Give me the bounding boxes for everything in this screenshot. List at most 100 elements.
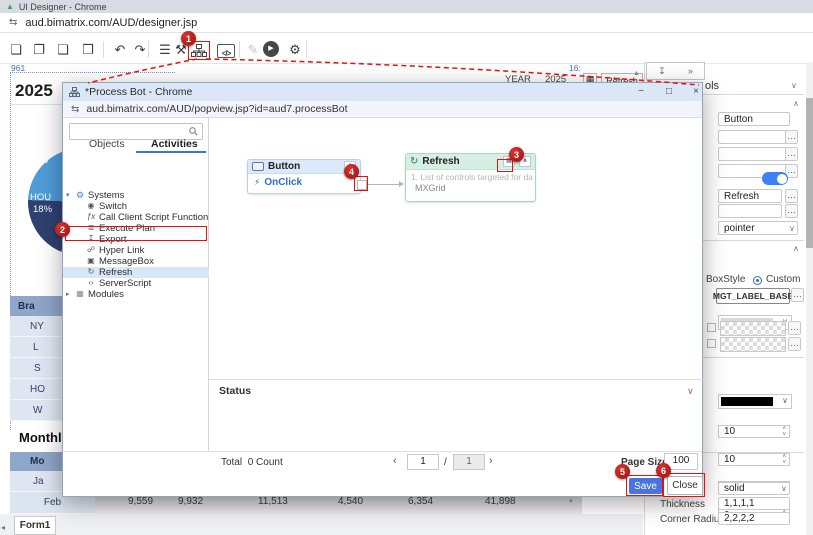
- step-badge-3: 3: [509, 147, 524, 162]
- tab-objects[interactable]: Objects: [89, 138, 125, 150]
- scroll-down-icon[interactable]: ▼: [568, 499, 574, 505]
- tree-root-modules[interactable]: ▸ ▦ Modules: [63, 289, 209, 300]
- section-collapse-icon[interactable]: ∧: [793, 244, 799, 253]
- cell-value: 6,354: [408, 496, 433, 507]
- page-prev-icon[interactable]: ‹: [393, 455, 397, 467]
- tree-item-hyper-link[interactable]: ☍Hyper Link: [63, 245, 209, 256]
- tree-item-messagebox[interactable]: ▣MessageBox: [63, 256, 209, 267]
- cell-value: 4,540: [338, 496, 363, 507]
- process-bot-popup: *Process Bot - Chrome − □ × ⇆ aud.bimatr…: [62, 82, 703, 497]
- modules-icon: ▦: [74, 289, 86, 298]
- active-tab-underline: [136, 151, 206, 153]
- property-field[interactable]: [718, 147, 790, 161]
- close-window-button[interactable]: ×: [689, 85, 703, 99]
- ellipsis-button[interactable]: …: [788, 321, 801, 335]
- ellipsis-button[interactable]: …: [791, 288, 804, 302]
- page-current-input[interactable]: 1: [407, 454, 439, 470]
- minimize-button[interactable]: −: [634, 85, 648, 99]
- tree-item-call-client-script[interactable]: ƒxCall Client Script Function: [63, 212, 209, 223]
- sidebar-pin-box[interactable]: ↧ »: [646, 62, 705, 80]
- collapse-right-icon[interactable]: »: [688, 66, 693, 76]
- page-next-icon[interactable]: ›: [489, 455, 493, 467]
- form-tab[interactable]: Form1: [14, 516, 56, 535]
- site-info-icon[interactable]: ⇆: [71, 104, 79, 115]
- node-target-value[interactable]: MXGrid: [406, 182, 535, 193]
- maximize-button[interactable]: □: [662, 85, 676, 99]
- corner-radius-field[interactable]: 2,2,2,2: [718, 512, 790, 525]
- ellipsis-button[interactable]: …: [785, 147, 798, 161]
- ellipsis-button[interactable]: …: [785, 204, 798, 218]
- toolbar-separator: [148, 41, 149, 58]
- caret-closed-icon[interactable]: ▸: [66, 290, 70, 298]
- switch-icon: ◉: [85, 201, 97, 210]
- section-collapse-icon[interactable]: ∧: [793, 99, 799, 108]
- node-title: Refresh: [422, 156, 459, 167]
- chevron-down-icon[interactable]: ∨: [687, 386, 694, 397]
- tree-item-serverscript[interactable]: ‹›ServerScript: [63, 278, 209, 289]
- search-icon: [189, 127, 198, 136]
- property-field[interactable]: [718, 130, 790, 144]
- fx-icon: ƒx: [85, 212, 97, 221]
- pin-icon[interactable]: ↧: [658, 66, 666, 77]
- chevron-down-icon: ∨: [789, 224, 795, 233]
- save-all-icon[interactable]: ❒: [78, 41, 98, 59]
- undo-icon[interactable]: ↶: [110, 41, 130, 59]
- save-icon[interactable]: ❑: [53, 41, 73, 59]
- property-field[interactable]: [718, 204, 782, 218]
- code-window-icon[interactable]: </>: [217, 44, 235, 58]
- style-class-button[interactable]: MGT_LABEL_BASE: [716, 288, 790, 304]
- popup-title-bar[interactable]: *Process Bot - Chrome: [63, 83, 702, 101]
- play-icon[interactable]: ▶: [263, 41, 279, 57]
- color-checkbox[interactable]: [707, 323, 716, 332]
- open-folder-icon[interactable]: ❐: [29, 41, 49, 59]
- screen: ▲ UI Designer - Chrome ⇆ aud.bimatrix.co…: [0, 0, 813, 535]
- ellipsis-button[interactable]: …: [785, 130, 798, 144]
- lightning-icon: ⚡: [254, 177, 260, 188]
- main-url-text[interactable]: aud.bimatrix.com/AUD/designer.jsp: [25, 17, 197, 29]
- number-spinner[interactable]: 10 ˄˅: [718, 425, 790, 438]
- action-field[interactable]: Refresh: [718, 189, 782, 203]
- transparent-color-swatch[interactable]: [720, 321, 786, 336]
- step-badge-2: 2: [55, 222, 70, 237]
- edit-icon[interactable]: ✎: [243, 41, 263, 59]
- custom-radio[interactable]: [753, 276, 762, 285]
- cell-value: 9,932: [178, 496, 203, 507]
- onclick-event[interactable]: OnClick: [264, 177, 302, 188]
- caret-open-icon[interactable]: ▾: [66, 191, 70, 199]
- border-style-select[interactable]: solid: [718, 482, 790, 495]
- popup-url-text[interactable]: aud.bimatrix.com/AUD/popview.jsp?id=aud7…: [86, 103, 347, 115]
- toolbar-separator: [239, 41, 240, 58]
- divider: [209, 379, 703, 380]
- main-title-bar: ▲ UI Designer - Chrome: [0, 0, 813, 13]
- popup-url-bar[interactable]: ⇆ aud.bimatrix.com/AUD/popview.jsp?id=au…: [63, 101, 702, 118]
- number-spinner[interactable]: 10 ˄˅: [718, 453, 790, 466]
- step-badge-1: 1: [181, 31, 196, 46]
- selection-border: [10, 72, 175, 73]
- scroll-left-icon[interactable]: ◂: [1, 523, 5, 532]
- name-field[interactable]: Button: [718, 112, 790, 126]
- site-info-icon[interactable]: ⇆: [9, 17, 17, 28]
- tree-item-refresh[interactable]: ↻Refresh: [63, 267, 209, 278]
- tree-item-switch[interactable]: ◉Switch: [63, 201, 209, 212]
- refresh-icon: ↻: [85, 267, 97, 276]
- main-url-bar[interactable]: ⇆ aud.bimatrix.com/AUD/designer.jsp: [0, 13, 813, 33]
- ellipsis-button[interactable]: …: [785, 189, 798, 203]
- cursor-select[interactable]: pointer: [718, 221, 798, 235]
- enabled-toggle[interactable]: [762, 172, 788, 185]
- scrollbar-thumb[interactable]: [806, 98, 813, 248]
- color-checkbox[interactable]: [707, 339, 716, 348]
- chevron-down-icon[interactable]: ∨: [791, 81, 797, 90]
- pie-label: W: [40, 155, 49, 166]
- thickness-field[interactable]: 1,1,1,1: [718, 497, 790, 510]
- tab-activities[interactable]: Activities: [151, 138, 198, 150]
- transparent-color-swatch[interactable]: [720, 337, 786, 352]
- ellipsis-button[interactable]: …: [788, 337, 801, 351]
- page-total: 1: [453, 454, 485, 470]
- settings-gear-icon[interactable]: ⚙: [285, 41, 305, 59]
- redo-icon[interactable]: ↷: [130, 41, 150, 59]
- new-file-icon[interactable]: ❏: [6, 41, 26, 59]
- button-node[interactable]: Button ∧ ⚡ OnClick: [247, 159, 361, 194]
- tree-root-systems[interactable]: ▾ ⚙ Systems: [63, 190, 209, 201]
- font-color-select[interactable]: ∨: [718, 394, 792, 409]
- button-icon: [252, 162, 264, 171]
